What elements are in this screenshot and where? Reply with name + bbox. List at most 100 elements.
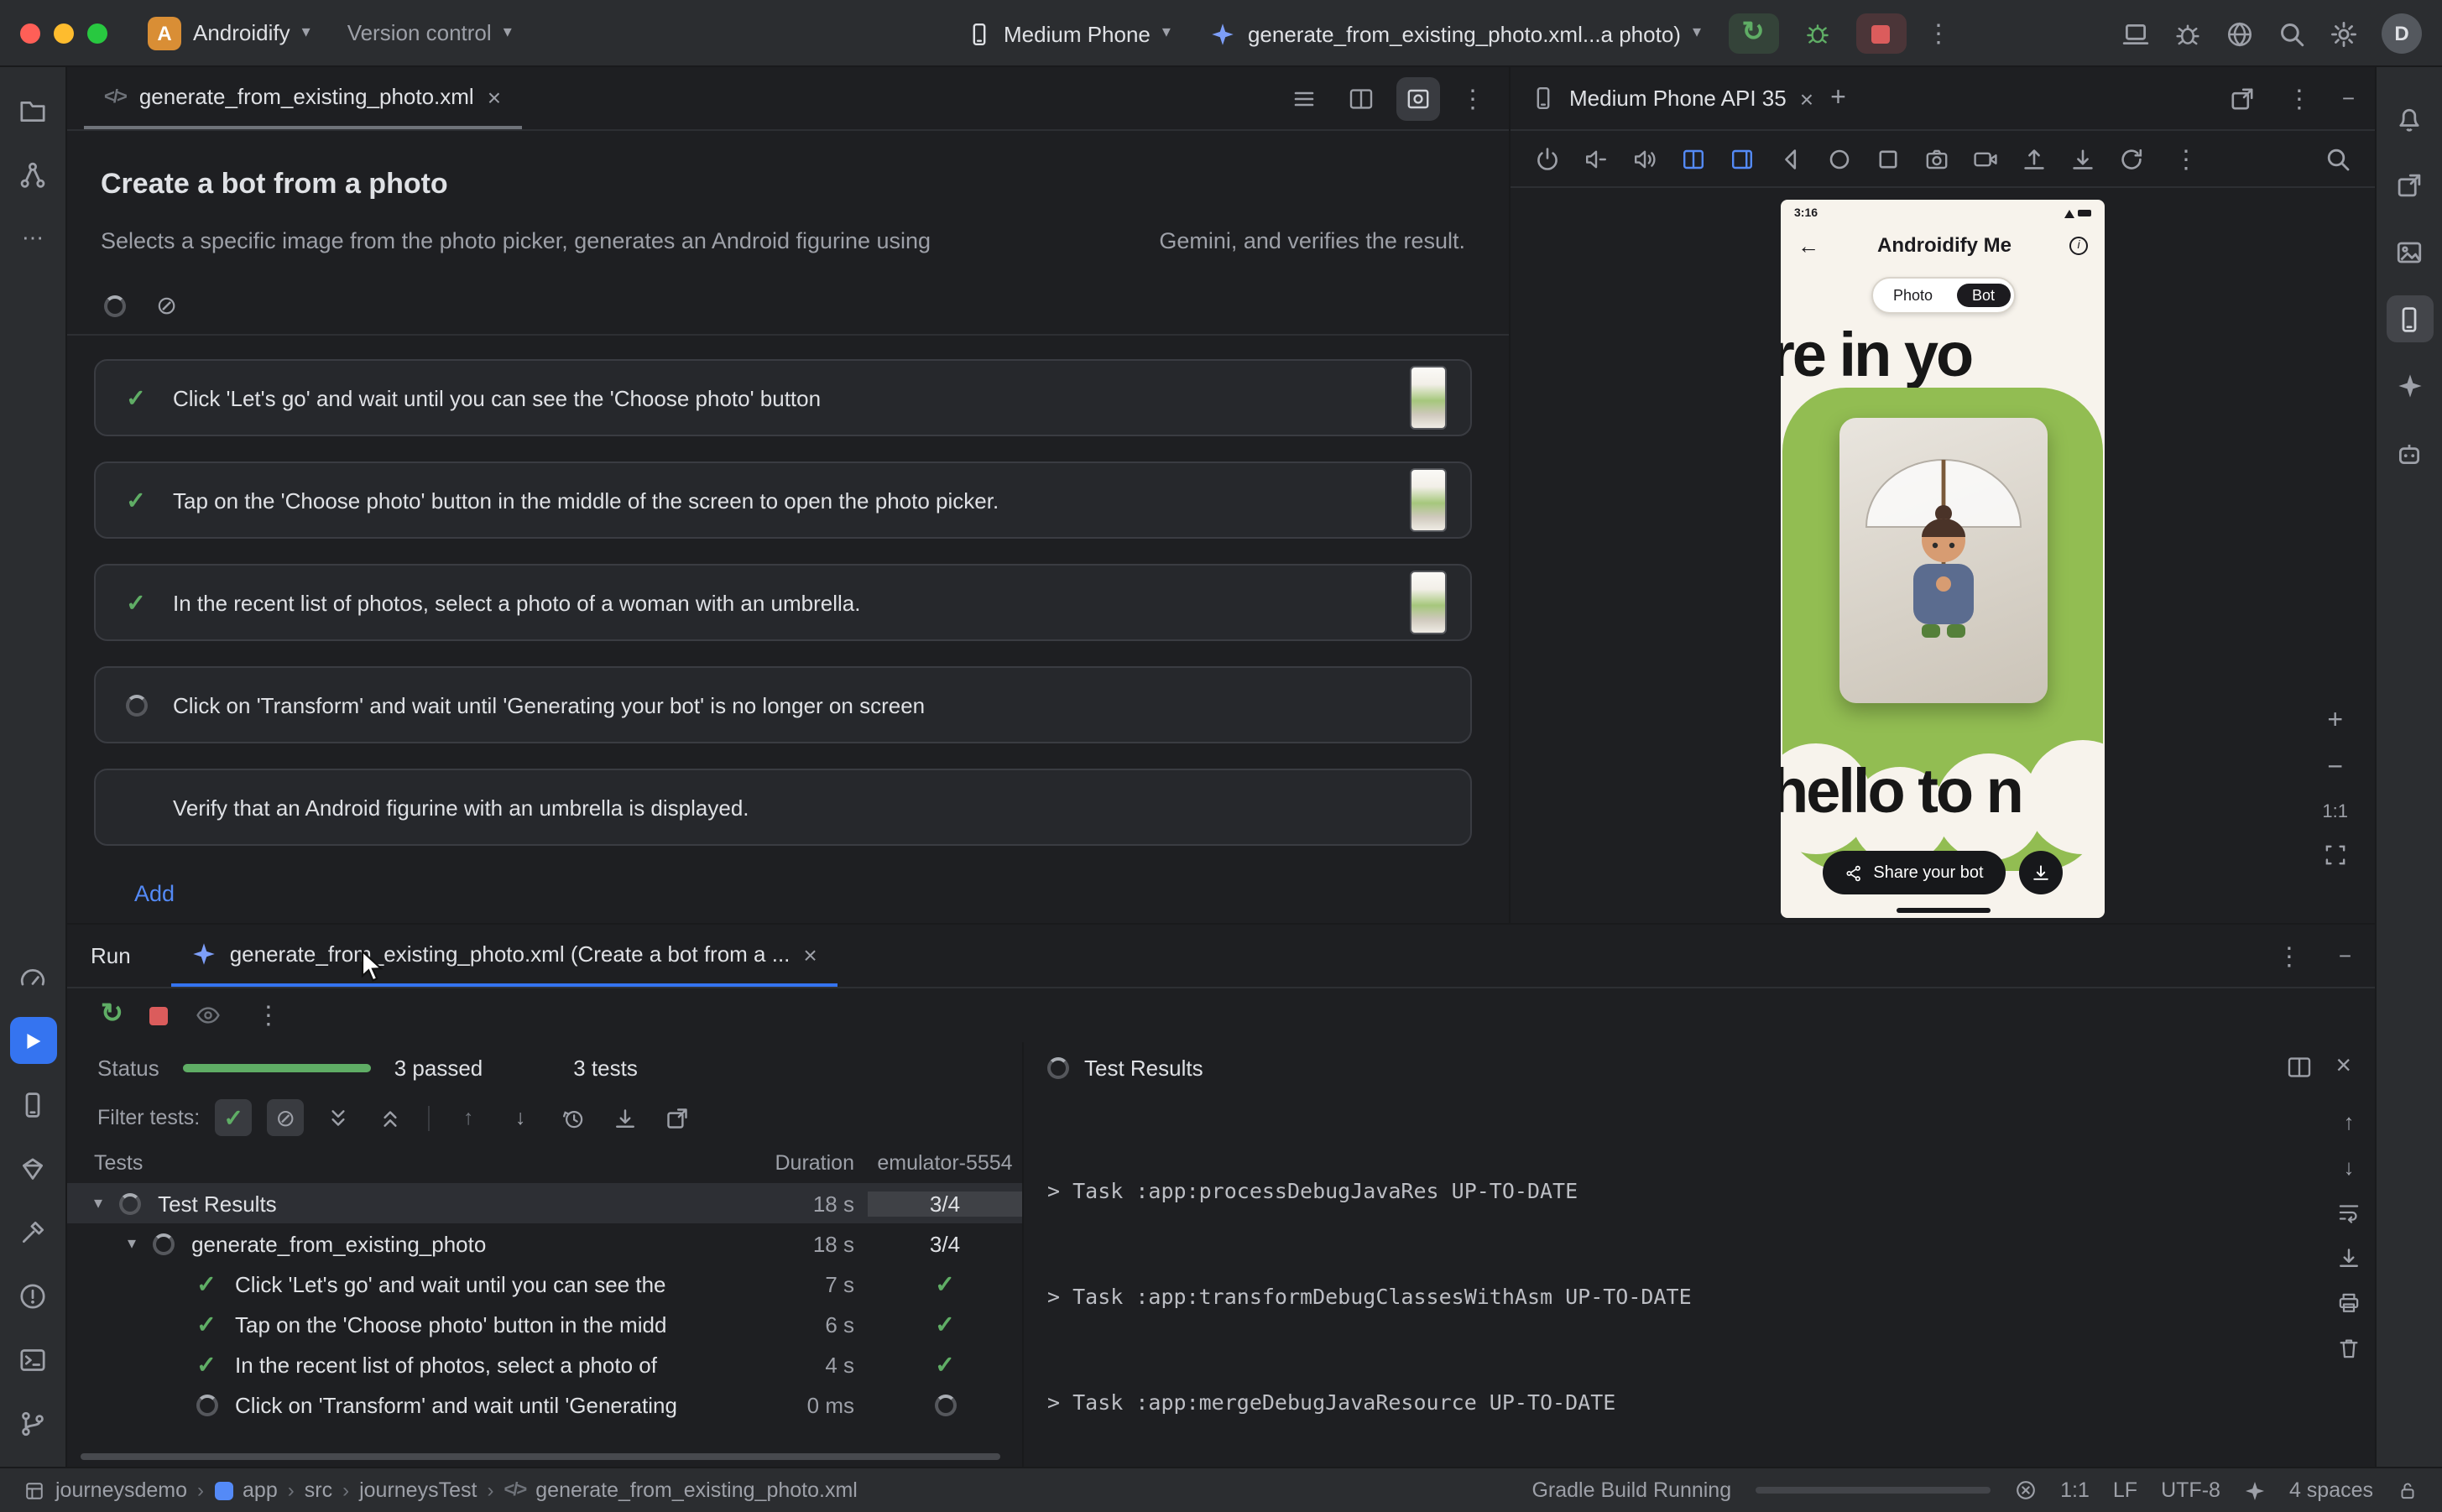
download-bot-button[interactable]	[2019, 851, 2063, 894]
device-manager-toolwindow-button[interactable]	[2386, 161, 2433, 208]
restart-device-icon[interactable]	[2118, 145, 2145, 172]
collapse-all-button[interactable]	[371, 1099, 408, 1136]
journey-step[interactable]: Verify that an Android figurine with an …	[94, 769, 1472, 846]
close-icon[interactable]: ×	[803, 942, 817, 966]
line-separator[interactable]: LF	[2113, 1478, 2137, 1502]
design-view-button[interactable]	[1396, 76, 1440, 120]
power-icon[interactable]	[1534, 145, 1561, 172]
journey-step[interactable]: ✓ Tap on the 'Choose photo' button in th…	[94, 461, 1472, 539]
column-tests[interactable]: Tests	[67, 1151, 750, 1175]
column-duration[interactable]: Duration	[750, 1151, 868, 1175]
scroll-up-button[interactable]: ↑	[2344, 1109, 2355, 1134]
breadcrumb-item[interactable]: app	[243, 1478, 278, 1502]
project-selector[interactable]: A Androidify ▾	[134, 9, 324, 56]
back-arrow-icon[interactable]: ←	[1798, 232, 1819, 258]
rerun-button[interactable]: ↻	[1728, 13, 1778, 54]
gemini-toolwindow-button[interactable]	[2386, 362, 2433, 409]
run-more-button[interactable]: ⋮	[2270, 941, 2309, 971]
resource-manager-toolwindow-button[interactable]	[2386, 228, 2433, 275]
close-icon[interactable]: ×	[1800, 86, 1813, 110]
minimize-window-button[interactable]	[54, 23, 74, 43]
more-toolwindows-button[interactable]: ⋯	[9, 215, 56, 262]
emulator-search-button[interactable]	[2325, 145, 2351, 172]
previous-failed-button[interactable]: ↑	[450, 1099, 487, 1136]
show-passed-toggle[interactable]: ✓	[215, 1099, 252, 1136]
minimize-icon[interactable]: −	[2342, 86, 2355, 111]
version-control-toolwindow-button[interactable]	[9, 1400, 56, 1447]
running-devices-toolwindow-button[interactable]	[2386, 295, 2433, 342]
test-row[interactable]: ▾ Test Results 18 s 3/4	[67, 1183, 1022, 1223]
caret-position[interactable]: 1:1	[2060, 1478, 2090, 1502]
watch-icon[interactable]	[196, 1002, 222, 1029]
terminal-toolwindow-button[interactable]	[9, 1336, 56, 1383]
lock-icon[interactable]	[2397, 1479, 2419, 1501]
add-device-button[interactable]: +	[1830, 83, 1846, 113]
structure-toolwindow-button[interactable]	[9, 151, 56, 198]
ai-spark-icon[interactable]	[2244, 1479, 2266, 1501]
toggle-photo[interactable]: Photo	[1872, 287, 1954, 304]
chevron-down-icon[interactable]: ▾	[128, 1234, 136, 1253]
push-file-icon[interactable]	[2021, 145, 2048, 172]
cancel-build-icon[interactable]	[2013, 1478, 2037, 1502]
expand-all-button[interactable]	[319, 1099, 356, 1136]
breadcrumb-item[interactable]: generate_from_existing_photo.xml	[535, 1478, 858, 1502]
run-toolwindow-button[interactable]	[9, 1017, 56, 1064]
run-toolbar-more-button[interactable]: ⋮	[249, 1000, 288, 1030]
editor-more-button[interactable]: ⋮	[1453, 83, 1492, 113]
maximize-window-button[interactable]	[87, 23, 107, 43]
share-bot-button[interactable]: Share your bot	[1823, 851, 2005, 894]
profiler-toolwindow-button[interactable]	[9, 953, 56, 1000]
close-icon[interactable]: ×	[2335, 1054, 2351, 1081]
screenshot-icon[interactable]	[1923, 145, 1950, 172]
info-icon[interactable]: i	[2069, 236, 2088, 254]
zoom-level[interactable]: 1:1	[2322, 802, 2348, 822]
chevron-down-icon[interactable]: ▾	[94, 1194, 102, 1212]
screen-record-icon[interactable]	[1972, 145, 1999, 172]
device-selector[interactable]: Medium Phone ▾	[953, 14, 1184, 53]
close-window-button[interactable]	[20, 23, 40, 43]
android-overview-icon[interactable]	[1875, 145, 1902, 172]
add-step-button[interactable]: Add	[134, 881, 175, 906]
app-insights-toolwindow-button[interactable]	[2386, 430, 2433, 477]
clear-console-icon[interactable]	[2336, 1336, 2361, 1361]
test-row[interactable]: ▾ generate_from_existing_photo 18 s 3/4	[67, 1223, 1022, 1264]
breadcrumb-item[interactable]: journeysTest	[359, 1478, 477, 1502]
column-device[interactable]: emulator-5554	[868, 1151, 1022, 1175]
test-row[interactable]: ✓ Tap on the 'Choose photo' button in th…	[67, 1304, 1022, 1344]
toggle-bot[interactable]: Bot	[1957, 284, 2010, 307]
test-row[interactable]: ✓ In the recent list of photos, select a…	[67, 1344, 1022, 1384]
step-thumbnail[interactable]	[1410, 366, 1447, 430]
volume-down-icon[interactable]	[1583, 145, 1610, 172]
step-thumbnail[interactable]	[1410, 468, 1447, 532]
debug-button[interactable]	[1792, 13, 1842, 54]
services-toolwindow-button[interactable]	[9, 1144, 56, 1191]
test-row[interactable]: Click on 'Transform' and wait until 'Gen…	[67, 1384, 1022, 1425]
import-test-results-button[interactable]	[606, 1099, 643, 1136]
next-failed-button[interactable]: ↓	[502, 1099, 539, 1136]
minimize-icon[interactable]: −	[2339, 943, 2351, 968]
scroll-to-end-icon[interactable]	[2336, 1245, 2361, 1270]
zoom-fit-icon[interactable]	[2323, 842, 2348, 868]
code-view-button[interactable]	[1282, 76, 1326, 120]
journey-step[interactable]: ✓ In the recent list of photos, select a…	[94, 564, 1472, 641]
run-tab[interactable]: generate_from_existing_photo.xml (Create…	[171, 925, 837, 987]
volume-up-icon[interactable]	[1631, 145, 1658, 172]
android-back-icon[interactable]	[1777, 145, 1804, 172]
user-avatar[interactable]: D	[2382, 13, 2422, 54]
problems-toolwindow-button[interactable]	[9, 1272, 56, 1319]
device-streaming-button[interactable]	[2121, 19, 2150, 48]
zoom-in-button[interactable]: +	[2327, 708, 2343, 735]
emulator-screen[interactable]: 3:16 ← Androidify Me i Photo Bot re in y…	[1781, 200, 2105, 918]
stop-tests-button[interactable]	[150, 1006, 169, 1025]
settings-button[interactable]	[2330, 19, 2358, 48]
breadcrumb-item[interactable]: src	[305, 1478, 332, 1502]
project-toolwindow-button[interactable]	[9, 87, 56, 134]
breadcrumb-item[interactable]: journeysdemo	[55, 1478, 187, 1502]
soft-wrap-icon[interactable]	[2336, 1200, 2361, 1225]
journey-step[interactable]: ✓ Click 'Let's go' and wait until you ca…	[94, 359, 1472, 436]
more-actions-button[interactable]: ⋮	[1919, 18, 1958, 49]
test-row[interactable]: ✓ Click 'Let's go' and wait until you ca…	[67, 1264, 1022, 1304]
open-results-button[interactable]	[658, 1099, 695, 1136]
resize-display-icon[interactable]	[1729, 145, 1756, 172]
split-view-button[interactable]	[1339, 76, 1383, 120]
